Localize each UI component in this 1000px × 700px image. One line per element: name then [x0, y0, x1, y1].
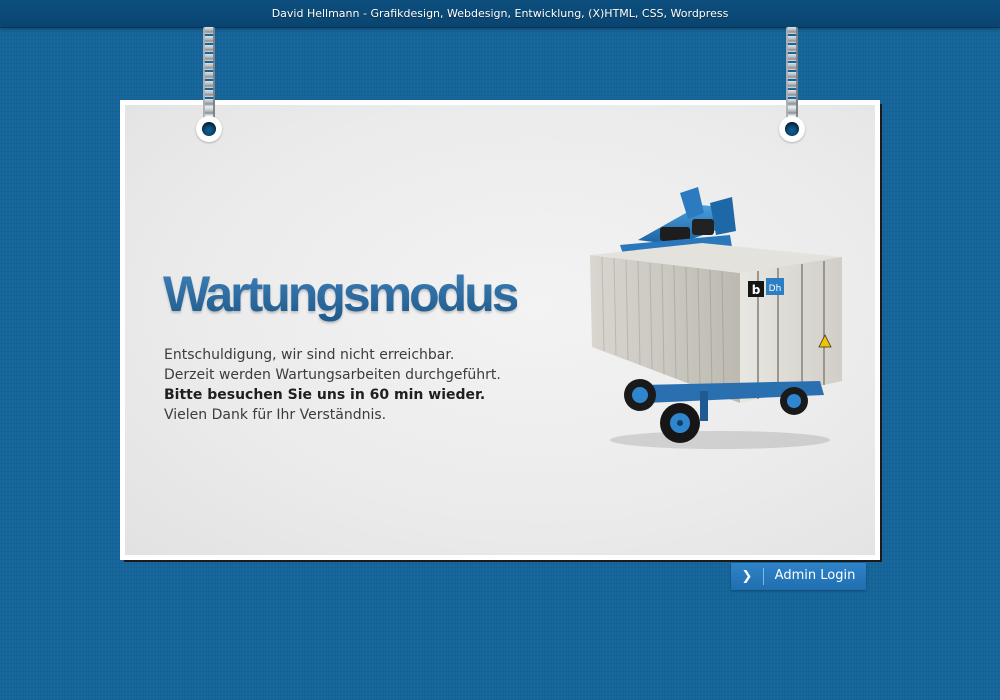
maintenance-card: Wartungsmodus Entschuldigung, wir sind n…	[120, 100, 880, 560]
card-surface: Wartungsmodus Entschuldigung, wir sind n…	[125, 105, 875, 555]
maintenance-message: Entschuldigung, wir sind nicht erreichba…	[164, 345, 501, 425]
site-tagline: David Hellmann - Grafikdesign, Webdesign…	[271, 7, 729, 20]
message-line-4: Vielen Dank für Ihr Verständnis.	[164, 407, 387, 423]
top-bar: David Hellmann - Grafikdesign, Webdesign…	[0, 0, 1000, 28]
hanging-hole-right	[779, 116, 805, 142]
wheel-front-right	[660, 403, 700, 443]
hanging-chain-right	[786, 27, 798, 119]
message-line-1: Entschuldigung, wir sind nicht erreichba…	[164, 347, 455, 363]
svg-text:Dh: Dh	[769, 284, 782, 294]
chevron-right-icon: ❯	[741, 569, 753, 584]
message-line-3: Bitte besuchen Sie uns in 60 min wieder.	[164, 387, 486, 403]
admin-login-label: Admin Login	[774, 568, 856, 583]
container-side	[590, 255, 740, 403]
wheel-rear	[780, 387, 808, 415]
container-loader-illustration: b Dh	[590, 187, 842, 449]
wheel-front-left	[624, 379, 656, 411]
ground-shadow	[610, 431, 830, 449]
admin-login-button[interactable]: ❯ Admin Login	[731, 563, 866, 590]
hanging-chain-left	[203, 27, 215, 119]
svg-text:b: b	[752, 283, 761, 297]
page-title: Wartungsmodus	[163, 266, 520, 322]
hanging-hole-left	[196, 116, 222, 142]
message-line-2: Derzeit werden Wartungsarbeiten durchgef…	[164, 367, 501, 383]
container-doors	[740, 257, 842, 403]
